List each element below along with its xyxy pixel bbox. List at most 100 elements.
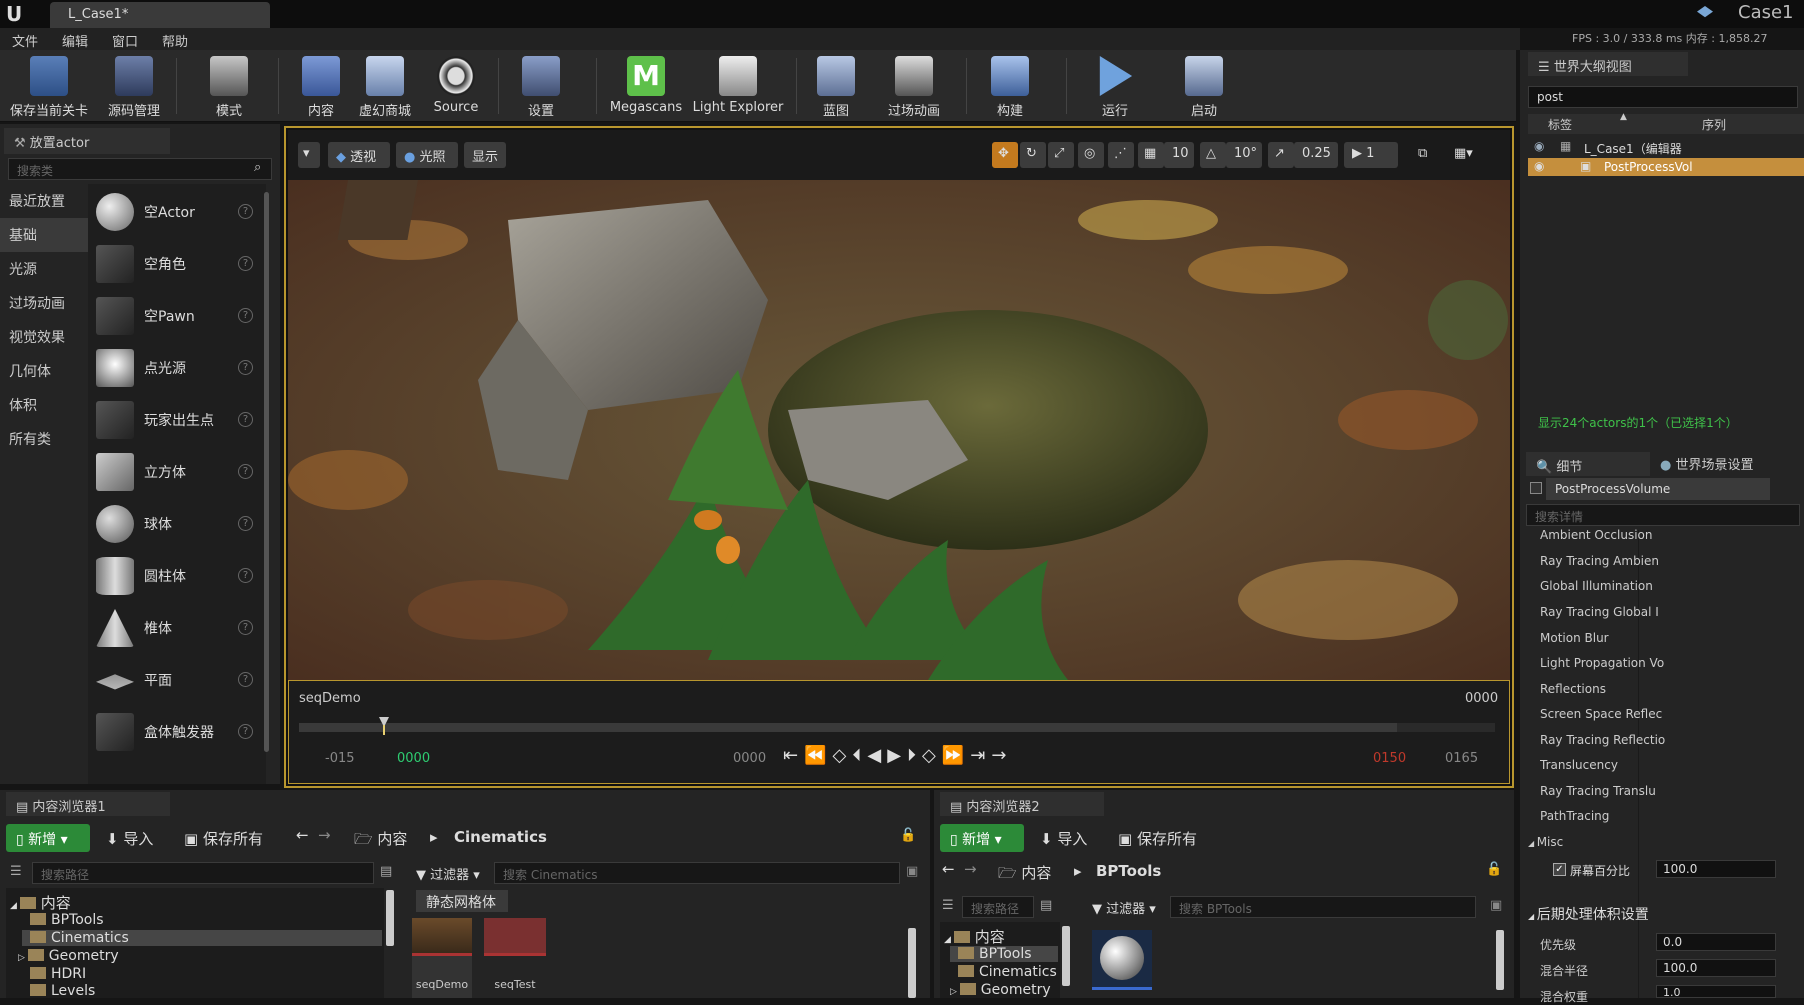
save-search-icon[interactable]: ▣ [906,864,918,879]
section-postprocess-volume-settings[interactable]: ◢ 后期处理体积设置 [1528,904,1649,924]
outliner-row[interactable]: ◉ ▦ L_Case1（编辑器 [1528,138,1804,156]
tree-root[interactable]: ◢ 内容 [944,926,1005,947]
grid-snap-value[interactable]: 10 [1164,142,1194,168]
cinematics-button[interactable]: 过场动画 [874,54,954,120]
section-motion-blur[interactable]: Motion Blur [1540,631,1666,645]
actor-cone[interactable]: 椎体? [96,604,266,650]
help-icon[interactable]: ? [238,204,253,219]
jump-to-end-icon[interactable]: ⇥ [970,745,991,766]
actor-list-scrollbar[interactable] [264,192,269,752]
viewport-layout-button[interactable]: ▦▾ [1446,142,1496,168]
frame-forward-icon[interactable]: ⏵ [907,745,922,766]
help-icon[interactable]: ? [238,672,253,687]
help-icon[interactable]: ? [238,516,253,531]
lighting-button[interactable]: ● 光照 [396,142,458,168]
breadcrumb-separator[interactable]: ▸ [1074,862,1082,880]
save-level-button[interactable]: 保存当前关卡 [6,54,92,120]
section-ssr[interactable]: Screen Space Reflec [1540,707,1666,721]
eye-icon[interactable]: ◉ [1534,159,1544,173]
section-ray-tracing-gi[interactable]: Ray Tracing Global I [1540,605,1666,619]
translate-tool-button[interactable]: ✥ [992,142,1018,168]
perspective-button[interactable]: ◆ 透视 [328,142,390,168]
history-back-button[interactable]: ← [942,860,955,878]
source-button[interactable]: Source [424,54,488,120]
save-search-icon[interactable]: ▣ [1490,898,1502,913]
object-name-field[interactable]: PostProcessVolume [1546,478,1770,500]
breadcrumb-current[interactable]: Cinematics [454,828,547,846]
frame-back-icon[interactable]: ⏴ [852,745,867,766]
step-forward-icon[interactable]: ⏩ [942,745,970,766]
tree-item[interactable]: ▷ Geometry [950,982,1051,998]
lock-icon[interactable]: 🔓 [1486,862,1502,877]
tree-item[interactable]: Cinematics [958,964,1057,980]
jump-to-start-icon[interactable]: ⇤ [783,745,804,766]
scale-snap-icon[interactable]: ↗ [1268,142,1294,168]
tree-item[interactable]: BPTools [30,912,104,928]
actor-player-start[interactable]: 玩家出生点? [96,396,266,442]
category-basic[interactable]: 基础 [0,218,88,252]
category-lights[interactable]: 光源 [0,252,88,286]
details-search-input[interactable]: 搜索详情 [1526,504,1800,526]
assets-scrollbar[interactable] [1496,930,1504,990]
help-icon[interactable]: ? [238,360,253,375]
breadcrumb-current[interactable]: BPTools [1096,862,1161,880]
actor-empty-pawn[interactable]: 空Pawn? [96,292,266,338]
content-browser-1-tab[interactable]: ▤ 内容浏览器1 [6,792,170,816]
next-key-icon[interactable]: ◇ [922,745,942,766]
lock-icon[interactable]: 🔓 [900,828,916,843]
world-local-button[interactable]: ◎ [1078,142,1104,168]
history-forward-button[interactable]: → [964,860,977,878]
column-type[interactable]: 序列 [1702,116,1726,133]
priority-input[interactable]: 0.0 [1656,933,1776,951]
details-tab[interactable]: 🔍 细节 [1526,452,1650,476]
category-all-classes[interactable]: 所有类 [0,422,88,456]
import-button[interactable]: ⬇ 导入 [106,828,153,849]
category-cinematic[interactable]: 过场动画 [0,286,88,320]
section-ray-tracing-ao[interactable]: Ray Tracing Ambien [1540,554,1666,568]
view-options-icon[interactable]: ▤ [1040,898,1052,913]
light-explorer-button[interactable]: Light Explorer [690,54,786,120]
add-new-button[interactable]: ▯ 新增 ▾ [6,824,90,852]
content-button[interactable]: 内容 [290,54,352,120]
help-icon[interactable]: ? [238,568,253,583]
search-path-input[interactable]: 搜索路径 [32,862,374,884]
asset-tile[interactable] [1092,930,1152,990]
place-actors-tab[interactable]: ⚒ 放置actor [4,128,170,154]
current-frame[interactable]: 0000 [733,751,766,766]
section-misc[interactable]: ◢ Misc [1528,835,1563,849]
actor-plane[interactable]: 平面? [96,656,266,702]
category-recent[interactable]: 最近放置 [0,184,88,218]
step-back-icon[interactable]: ⏪ [804,745,832,766]
asset-search-input[interactable]: 搜索 BPTools [1170,896,1476,918]
view-options-icon[interactable]: ▤ [380,864,392,879]
scale-snap-value[interactable]: 0.25 [1294,142,1338,168]
rotate-tool-button[interactable]: ↻ [1020,142,1046,168]
add-new-button[interactable]: ▯ 新增 ▾ [940,824,1024,852]
source-control-button[interactable]: 源码管理 [98,54,170,120]
section-reflections[interactable]: Reflections [1540,682,1666,696]
rotation-snap-value[interactable]: 10° [1226,142,1262,168]
screen-percentage-input[interactable]: 100.0 [1656,860,1776,878]
tree-toggle-icon[interactable]: ☰ [10,864,22,879]
filters-button[interactable]: ▼ 过滤器 ▾ [1092,898,1156,917]
actor-cylinder[interactable]: 圆柱体? [96,552,266,598]
scale-tool-button[interactable]: ⤢ [1048,142,1074,168]
tree-item-selected[interactable]: BPTools [950,946,1058,962]
megascans-button[interactable]: M Megascans [608,54,684,120]
play-button[interactable]: 运行 [1084,54,1146,120]
tree-item[interactable]: ▷ Geometry [18,948,119,964]
viewport-scene[interactable] [288,180,1510,680]
world-outliner-tab[interactable]: ☰ 世界大纲视图 [1528,52,1688,76]
settings-button[interactable]: 设置 [510,54,572,120]
world-settings-tab[interactable]: ● 世界场景设置 [1660,454,1754,473]
help-icon[interactable]: ? [238,308,253,323]
help-icon[interactable]: ? [238,256,253,271]
section-ambient-occlusion[interactable]: Ambient Occlusion [1540,528,1666,542]
actor-box-trigger[interactable]: 盒体触发器? [96,708,266,754]
save-all-button[interactable]: ▣ 保存所有 [1118,828,1197,849]
loop-icon[interactable]: → [991,745,1012,766]
build-button[interactable]: 构建 [980,54,1040,120]
blend-weight-input[interactable]: 1.0 [1656,985,1776,998]
tree-scrollbar[interactable] [1062,926,1070,986]
outliner-search-input[interactable]: post [1528,86,1798,108]
